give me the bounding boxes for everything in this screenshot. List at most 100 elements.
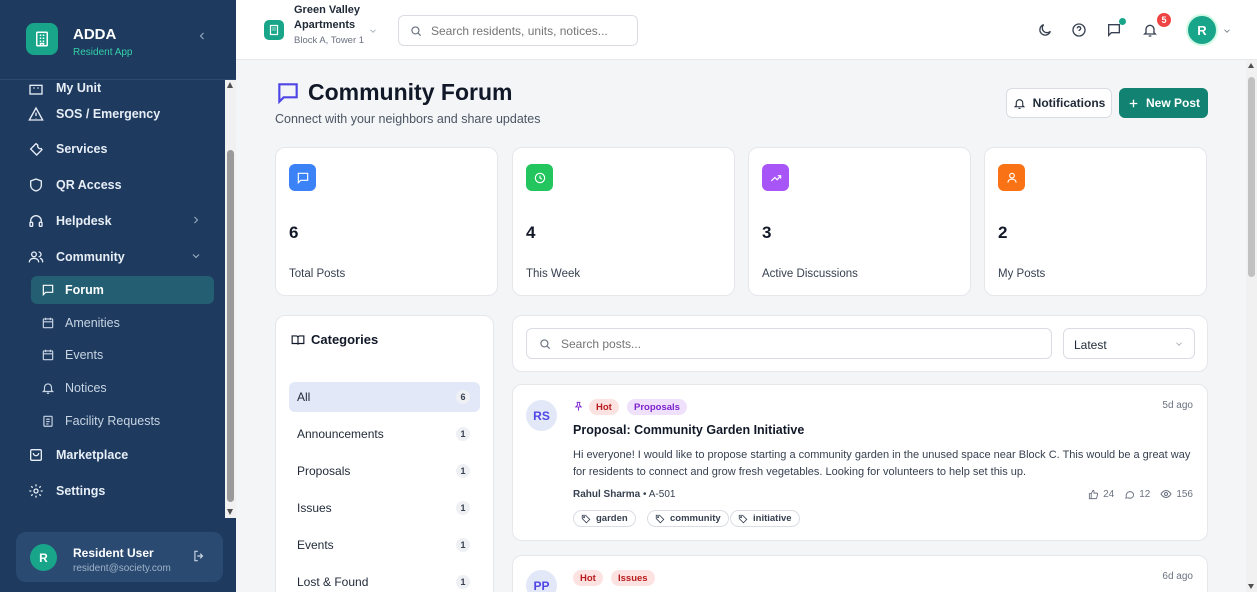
stat-value: 3 <box>762 223 772 242</box>
sidebar-subitem-events[interactable]: Events <box>31 341 214 369</box>
users-icon <box>26 247 46 267</box>
shield-icon <box>26 175 46 195</box>
sidebar-subitem-label: Notices <box>65 381 107 395</box>
tag-icon <box>655 514 665 523</box>
sort-select-value: Latest <box>1074 338 1107 352</box>
sidebar-item-marketplace[interactable]: Marketplace <box>16 441 214 469</box>
project-location: Block A, Tower 1 <box>294 35 365 46</box>
sidebar-subitem-label: Facility Requests <box>65 414 161 428</box>
comment-stat[interactable]: 12 <box>1124 489 1150 500</box>
chevron-down-icon[interactable] <box>1222 26 1232 36</box>
user-name: Resident User <box>73 546 154 560</box>
category-issues[interactable]: Issues 1 <box>289 493 480 523</box>
scroll-down-arrow[interactable] <box>227 509 233 515</box>
search-icon <box>538 337 552 351</box>
sidebar-item-services[interactable]: Services <box>16 135 214 163</box>
post-tag[interactable]: initiative <box>730 510 800 527</box>
main-scrollbar[interactable] <box>1246 60 1257 592</box>
category-all[interactable]: All 6 <box>289 382 480 412</box>
sidebar-item-settings[interactable]: Settings <box>16 477 214 505</box>
plus-icon <box>1127 97 1140 110</box>
category-count: 1 <box>456 575 470 589</box>
brand-title: ADDA <box>73 26 117 43</box>
sidebar: ADDA Resident App My Unit SOS / Emergenc… <box>0 0 236 592</box>
user-email: resident@society.com <box>73 563 171 574</box>
new-post-button-label: New Post <box>1145 96 1200 110</box>
category-lost-found[interactable]: Lost & Found 1 <box>289 567 480 592</box>
category-name: Proposals <box>297 464 351 478</box>
sidebar-item-helpdesk[interactable]: Helpdesk <box>16 207 214 235</box>
chevron-left-icon[interactable] <box>196 30 212 46</box>
sidebar-subitem-forum[interactable]: Forum <box>31 276 214 304</box>
sidebar-item-label: Services <box>56 142 108 156</box>
building-icon <box>26 80 46 98</box>
like-stat[interactable]: 24 <box>1088 489 1114 500</box>
help-circle-icon[interactable] <box>1071 22 1089 40</box>
category-announcements[interactable]: Announcements 1 <box>289 419 480 449</box>
post-stats: 24 12 156 <box>1088 488 1193 500</box>
logout-icon[interactable] <box>192 549 208 565</box>
post-tag[interactable]: community <box>647 510 729 527</box>
user-avatar[interactable]: R <box>1186 14 1218 46</box>
sidebar-subitem-amenities[interactable]: Amenities <box>31 309 214 337</box>
page-subtitle: Connect with your neighbors and share up… <box>275 112 541 126</box>
post-card[interactable]: PP Hot Issues 6d ago <box>512 555 1208 592</box>
bell-icon <box>1013 97 1026 110</box>
tag-icon <box>581 514 591 523</box>
scroll-up-arrow[interactable] <box>227 82 233 88</box>
sidebar-scrollbar[interactable] <box>225 80 236 518</box>
stat-value: 6 <box>289 223 299 242</box>
post-time: 6d ago <box>1162 571 1193 582</box>
post-tag[interactable]: garden <box>573 510 636 527</box>
scroll-thumb[interactable] <box>227 150 234 502</box>
sidebar-item-my-unit[interactable]: My Unit <box>16 80 214 102</box>
tag-label: garden <box>596 513 628 524</box>
global-search[interactable] <box>398 15 638 46</box>
project-name-line1[interactable]: Green Valley <box>294 4 360 16</box>
category-count: 1 <box>456 501 470 515</box>
stat-card-my-posts: 2 My Posts <box>984 147 1207 296</box>
message-square-icon <box>275 80 301 106</box>
message-square-icon <box>39 281 57 299</box>
scroll-up-arrow[interactable] <box>1248 63 1254 68</box>
stat-card-active-discussions: 3 Active Discussions <box>748 147 971 296</box>
sidebar-item-sos[interactable]: SOS / Emergency <box>16 100 214 128</box>
avatar: PP <box>526 570 557 592</box>
post-search[interactable] <box>526 328 1052 359</box>
gear-icon <box>26 481 46 501</box>
scroll-down-arrow[interactable] <box>1248 584 1254 589</box>
sidebar-item-label: Community <box>56 250 125 264</box>
bell-icon <box>39 379 57 397</box>
notifications-button[interactable]: Notifications <box>1006 88 1112 118</box>
comment-icon <box>1125 490 1135 499</box>
user-card[interactable]: R Resident User resident@society.com <box>16 532 223 582</box>
category-proposals[interactable]: Proposals 1 <box>289 456 480 486</box>
post-title[interactable]: Proposal: Community Garden Initiative <box>573 423 804 437</box>
project-name[interactable]: Apartments <box>294 19 355 31</box>
comment-count: 12 <box>1139 488 1151 500</box>
sidebar-subitem-facility-requests[interactable]: Facility Requests <box>31 407 214 435</box>
bell-icon[interactable] <box>1142 22 1160 40</box>
view-stat: 156 <box>1160 488 1193 500</box>
post-search-input[interactable] <box>561 335 1041 353</box>
post-body: Hi everyone! I would like to propose sta… <box>573 449 1191 478</box>
global-search-input[interactable] <box>431 22 631 40</box>
shopping-bag-icon <box>26 445 46 465</box>
moon-icon[interactable] <box>1037 22 1055 40</box>
sidebar-item-community[interactable]: Community <box>16 243 214 271</box>
category-name: All <box>297 390 311 404</box>
user-icon <box>998 164 1025 191</box>
tag-label: community <box>670 513 721 524</box>
search-icon <box>409 24 423 38</box>
scroll-thumb[interactable] <box>1248 77 1255 277</box>
post-card[interactable]: RS Hot Proposals 5d ago Proposal: Commun… <box>512 384 1208 541</box>
chevron-down-icon <box>190 250 202 262</box>
top-bar: Green Valley Apartments Block A, Tower 1… <box>236 0 1257 60</box>
sidebar-item-qr-access[interactable]: QR Access <box>16 171 214 199</box>
category-events[interactable]: Events 1 <box>289 530 480 560</box>
trending-up-icon <box>762 164 789 191</box>
sidebar-subitem-notices[interactable]: Notices <box>31 374 214 402</box>
chevron-down-icon[interactable] <box>368 26 378 36</box>
sort-select[interactable]: Latest <box>1063 328 1195 359</box>
new-post-button[interactable]: New Post <box>1119 88 1208 118</box>
